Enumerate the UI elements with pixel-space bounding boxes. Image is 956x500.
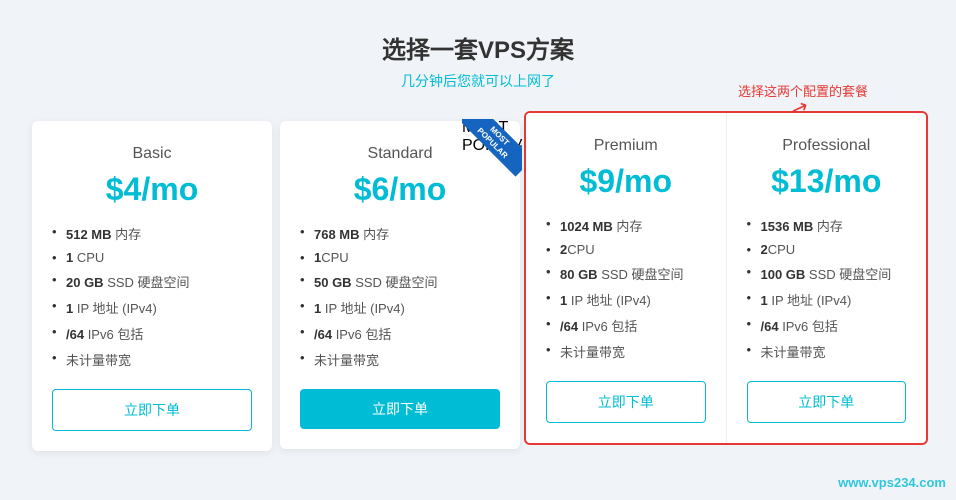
order-button-professional[interactable]: 立即下单 bbox=[747, 381, 907, 423]
plan-price-professional: $13/mo bbox=[747, 163, 907, 200]
plan-features-premium: 1024 MB 内存 2CPU 80 GB SSD 硬盘空间 1 IP 地址 (… bbox=[546, 216, 706, 361]
feature-item: 1536 MB 内存 bbox=[747, 216, 907, 235]
plan-price-basic: $4/mo bbox=[52, 171, 252, 208]
most-popular-badge: MOSTPOPULAR bbox=[462, 119, 522, 179]
plan-name-basic: Basic bbox=[52, 145, 252, 163]
plan-features-professional: 1536 MB 内存 2CPU 100 GB SSD 硬盘空间 1 IP 地址 … bbox=[747, 216, 907, 361]
plan-name-premium: Premium bbox=[546, 137, 706, 155]
plan-features-basic: 512 MB 内存 1 CPU 20 GB SSD 硬盘空间 1 IP 地址 (… bbox=[52, 224, 252, 369]
plans-container: 选择这两个配置的套餐 ↙ Basic $4/mo 512 MB 内存 1 CPU… bbox=[28, 111, 928, 461]
feature-item: 20 GB SSD 硬盘空间 bbox=[52, 272, 252, 291]
feature-item: 未计量带宽 bbox=[52, 350, 252, 369]
plan-name-professional: Professional bbox=[747, 137, 907, 155]
page-title: 选择一套VPS方案 bbox=[382, 30, 574, 65]
plan-card-professional: Professional $13/mo 1536 MB 内存 2CPU 100 … bbox=[726, 113, 927, 443]
feature-item: 768 MB 内存 bbox=[300, 224, 500, 243]
feature-item: 1CPU bbox=[300, 250, 500, 265]
feature-item: 1 IP 地址 (IPv4) bbox=[747, 290, 907, 309]
feature-item: 100 GB SSD 硬盘空间 bbox=[747, 264, 907, 283]
feature-item: /64 IPv6 包括 bbox=[747, 316, 907, 335]
feature-item: 1 IP 地址 (IPv4) bbox=[300, 298, 500, 317]
watermark: www.vps234.com bbox=[838, 475, 946, 490]
feature-item: 1 CPU bbox=[52, 250, 252, 265]
badge-ribbon-text: MOSTPOPULAR bbox=[462, 119, 522, 177]
order-button-premium[interactable]: 立即下单 bbox=[546, 381, 706, 423]
annotation: 选择这两个配置的套餐 ↙ bbox=[738, 81, 868, 121]
feature-item: 512 MB 内存 bbox=[52, 224, 252, 243]
feature-item: 50 GB SSD 硬盘空间 bbox=[300, 272, 500, 291]
plan-features-standard: 768 MB 内存 1CPU 50 GB SSD 硬盘空间 1 IP 地址 (I… bbox=[300, 224, 500, 369]
page-subtitle: 几分钟后您就可以上网了 bbox=[401, 71, 555, 91]
plan-card-standard: MOSTPOPULAR Standard $6/mo 768 MB 内存 1CP… bbox=[280, 121, 520, 449]
feature-item: 未计量带宽 bbox=[546, 342, 706, 361]
feature-item: 1 IP 地址 (IPv4) bbox=[52, 298, 252, 317]
feature-item: 2CPU bbox=[546, 242, 706, 257]
order-button-basic[interactable]: 立即下单 bbox=[52, 389, 252, 431]
plan-card-premium: Premium $9/mo 1024 MB 内存 2CPU 80 GB SSD … bbox=[526, 113, 726, 443]
feature-item: /64 IPv6 包括 bbox=[300, 324, 500, 343]
feature-item: /64 IPv6 包括 bbox=[546, 316, 706, 335]
feature-item: 1 IP 地址 (IPv4) bbox=[546, 290, 706, 309]
feature-item: 2CPU bbox=[747, 242, 907, 257]
feature-item: 80 GB SSD 硬盘空间 bbox=[546, 264, 706, 283]
plan-price-premium: $9/mo bbox=[546, 163, 706, 200]
highlighted-plans-group: Premium $9/mo 1024 MB 内存 2CPU 80 GB SSD … bbox=[524, 111, 928, 445]
feature-item: 1024 MB 内存 bbox=[546, 216, 706, 235]
plan-card-basic: Basic $4/mo 512 MB 内存 1 CPU 20 GB SSD 硬盘… bbox=[32, 121, 272, 451]
feature-item: 未计量带宽 bbox=[300, 350, 500, 369]
feature-item: /64 IPv6 包括 bbox=[52, 324, 252, 343]
feature-item: 未计量带宽 bbox=[747, 342, 907, 361]
order-button-standard[interactable]: 立即下单 bbox=[300, 389, 500, 429]
